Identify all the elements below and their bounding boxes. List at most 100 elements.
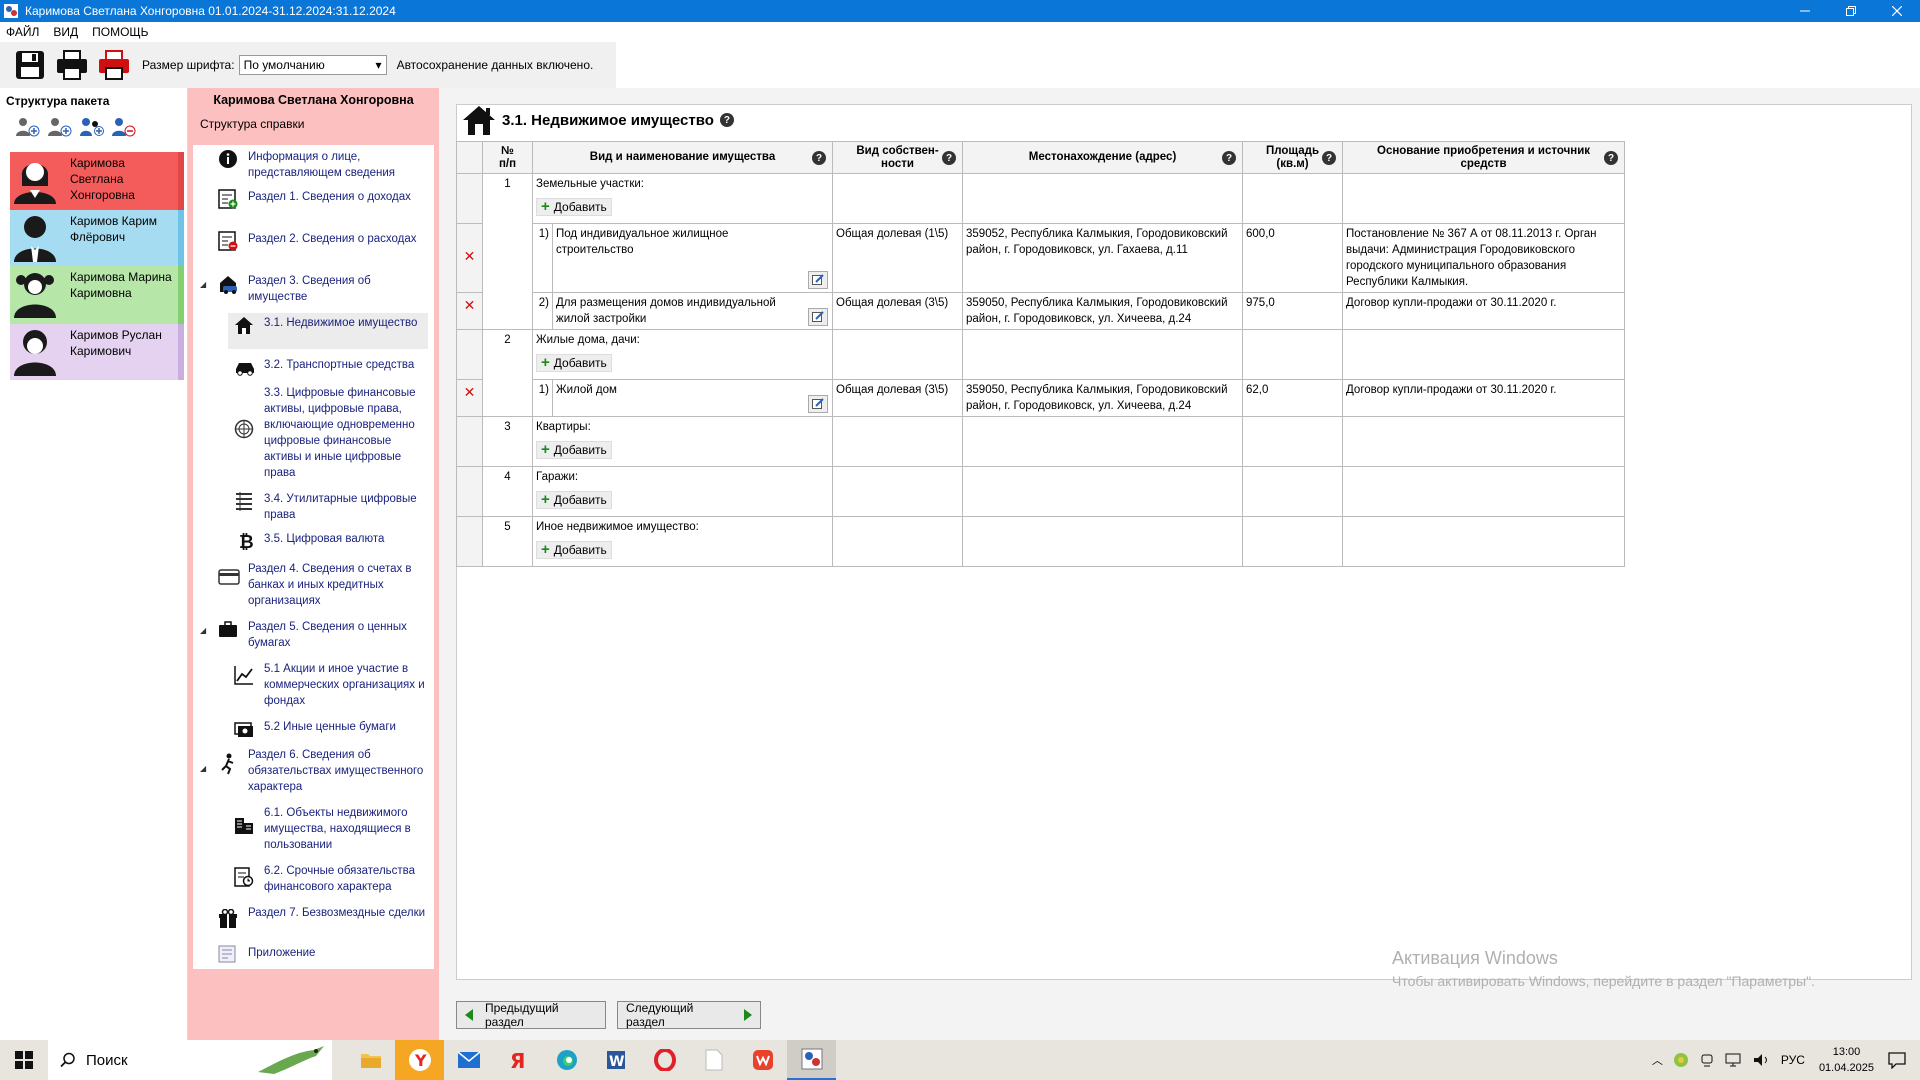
restore-button[interactable]: [1828, 0, 1874, 22]
help-icon[interactable]: ?: [812, 151, 827, 165]
edit-button[interactable]: [808, 308, 829, 326]
clock[interactable]: 13:00 01.04.2025: [1819, 1044, 1874, 1076]
edit-button[interactable]: [808, 395, 829, 413]
add-button[interactable]: + Добавить: [536, 354, 612, 372]
taskbar-word[interactable]: W: [591, 1040, 640, 1080]
save-icon: [16, 51, 44, 79]
tree-item-5-2[interactable]: 5.2 Иные ценные бумаги: [234, 719, 428, 741]
structure-subtitle: Структура справки: [200, 117, 305, 131]
next-section-button[interactable]: Следующий раздел: [617, 1001, 761, 1029]
taskbar-mail[interactable]: [444, 1040, 493, 1080]
info-icon: [218, 149, 240, 171]
briefcase-icon: [218, 619, 240, 641]
taskbar-wps[interactable]: [738, 1040, 787, 1080]
volume-icon[interactable]: [1753, 1052, 1771, 1068]
tree-item-6-2[interactable]: 6.2. Срочные обязательства финансового х…: [234, 863, 428, 895]
address: 359050, Республика Калмыкия, Городовиков…: [962, 379, 1244, 417]
delete-person-icon[interactable]: [112, 116, 136, 138]
close-window-button[interactable]: [1874, 0, 1920, 22]
help-icon[interactable]: ?: [1604, 151, 1619, 165]
taskbar-yandex-browser[interactable]: Y: [395, 1040, 444, 1080]
tree-item-info[interactable]: Информация о лице, представляющем сведен…: [218, 149, 428, 181]
tree-item-6-1[interactable]: 6.1. Объекты недвижимого имущества, нахо…: [234, 805, 428, 853]
tree-item-3-2[interactable]: 3.2. Транспортные средства: [234, 357, 428, 379]
help-icon[interactable]: ?: [719, 113, 734, 127]
tree-item-section-3[interactable]: ◢ Раздел 3. Сведения об имуществе: [200, 273, 428, 305]
watermark-title: Активация Windows: [1392, 948, 1558, 968]
collapse-arrow-icon[interactable]: ◢: [200, 761, 206, 777]
tree-item-section-5[interactable]: ◢ Раздел 5. Сведения о ценных бумагах: [200, 619, 428, 651]
tree-item-3-3[interactable]: 3.3. Цифровые финансовые активы, цифровы…: [234, 385, 428, 481]
help-icon[interactable]: ?: [1222, 151, 1237, 165]
tree-item-3-4[interactable]: 3.4. Утилитарные цифровые права: [234, 491, 428, 523]
address: 359052, Республика Калмыкия, Городовиков…: [962, 223, 1244, 293]
person-card-ruslan[interactable]: Каримов Руслан Каримович: [10, 324, 184, 380]
menu-help[interactable]: ПОМОЩЬ: [92, 25, 148, 39]
edit-button[interactable]: [808, 271, 829, 289]
collapse-arrow-icon[interactable]: ◢: [200, 623, 206, 639]
help-icon[interactable]: ?: [1322, 151, 1337, 165]
securities-icon: [234, 719, 256, 741]
yandex-icon: Я: [510, 1049, 525, 1071]
tree-item-3-1[interactable]: 3.1. Недвижимое имущество: [228, 313, 428, 349]
tree-item-5-1[interactable]: 5.1 Акции и иное участие в коммерческих …: [234, 661, 428, 709]
person-name: Каримов Руслан Каримович: [70, 328, 162, 358]
help-icon[interactable]: ?: [942, 151, 957, 165]
chevron-up-icon[interactable]: ︿: [1652, 1052, 1663, 1068]
tree-item-appendix[interactable]: Приложение: [218, 945, 428, 967]
basis: Постановление № 367 А от 08.11.2013 г. О…: [1342, 223, 1626, 293]
add-button[interactable]: + Добавить: [536, 491, 612, 509]
row-index: 1): [532, 379, 553, 417]
add-child-icon[interactable]: [80, 116, 104, 138]
tree-item-section-6[interactable]: ◢ Раздел 6. Сведения об обязательствах и…: [200, 747, 428, 795]
print-red-button[interactable]: [96, 47, 132, 83]
property-name: Для размещения домов индивидуальной жило…: [556, 297, 776, 325]
svg-text:Я: Я: [510, 1049, 525, 1071]
declaration-app-icon: [801, 1048, 822, 1070]
person-card-karim[interactable]: Каримов Карим Флёрович: [10, 210, 184, 266]
taskbar-search[interactable]: Поиск: [48, 1040, 332, 1080]
print-button[interactable]: [54, 47, 90, 83]
row-index: 2): [532, 292, 553, 330]
collapse-arrow-icon[interactable]: ◢: [200, 277, 206, 293]
ownership: Общая долевая (1\5): [832, 223, 964, 293]
taskbar-opera[interactable]: [640, 1040, 689, 1080]
person-card-marina[interactable]: Каримова Марина Каримовна: [10, 266, 184, 324]
notifications-icon[interactable]: [1888, 1051, 1906, 1069]
package-title: Структура пакета: [6, 94, 110, 108]
menu-file[interactable]: ФАЙЛ: [6, 25, 39, 39]
search-icon: [60, 1052, 75, 1068]
language-indicator[interactable]: РУС: [1781, 1053, 1805, 1067]
add-person-icon[interactable]: [16, 116, 40, 138]
table-row-group: 2 Жилые дома, дачи: + Добавить: [456, 329, 1626, 417]
taskbar-explorer[interactable]: [346, 1040, 395, 1080]
delete-row-icon[interactable]: ✕: [460, 297, 479, 313]
add-spouse-icon[interactable]: [48, 116, 72, 138]
tree-item-section-2[interactable]: Раздел 2. Сведения о расходах: [218, 231, 428, 253]
webcam-icon[interactable]: [1699, 1052, 1715, 1068]
minimize-button[interactable]: [1782, 0, 1828, 22]
delete-row-icon[interactable]: ✕: [460, 384, 479, 400]
security-icon[interactable]: [1673, 1052, 1689, 1068]
menu-view[interactable]: ВИД: [53, 25, 78, 39]
property-name: Жилой дом: [556, 384, 617, 396]
person-card-svetlana[interactable]: Каримова Светлана Хонгоровна: [10, 152, 184, 210]
prev-section-button[interactable]: Предыдущий раздел: [456, 1001, 606, 1029]
save-button[interactable]: [12, 47, 48, 83]
taskbar-yandex[interactable]: Я: [493, 1040, 542, 1080]
delete-row-icon[interactable]: ✕: [460, 248, 479, 264]
font-size-select[interactable]: По умолчанию ▾: [238, 55, 387, 75]
start-button[interactable]: [0, 1040, 48, 1080]
add-button[interactable]: + Добавить: [536, 441, 612, 459]
tree-item-section-4[interactable]: Раздел 4. Сведения о счетах в банках и и…: [218, 561, 428, 609]
tree-item-section-1[interactable]: Раздел 1. Сведения о доходах: [218, 189, 428, 211]
add-button[interactable]: + Добавить: [536, 198, 612, 216]
group-number: 3: [482, 416, 533, 467]
tree-item-section-7[interactable]: Раздел 7. Безвозмездные сделки: [218, 905, 428, 931]
tree-item-3-5[interactable]: ₿ 3.5. Цифровая валюта: [234, 531, 428, 553]
taskbar-notepad[interactable]: [689, 1040, 738, 1080]
network-icon[interactable]: [1725, 1052, 1743, 1068]
taskbar-declaration-app[interactable]: [787, 1040, 836, 1080]
add-button[interactable]: + Добавить: [536, 541, 612, 559]
taskbar-edge[interactable]: [542, 1040, 591, 1080]
